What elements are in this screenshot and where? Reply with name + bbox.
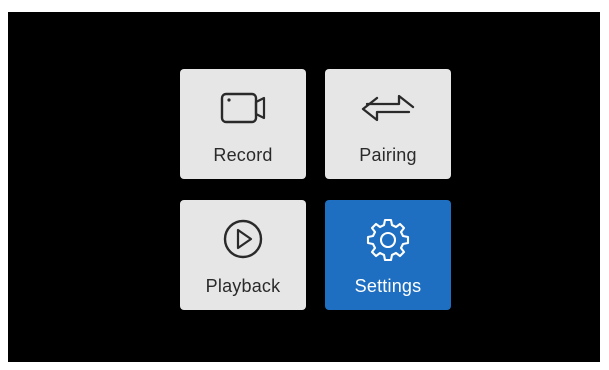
playback-button[interactable]: Playback: [180, 200, 306, 310]
playback-label: Playback: [205, 276, 281, 296]
swap-arrows-icon: [325, 83, 451, 133]
settings-button[interactable]: Settings: [325, 200, 451, 310]
record-label: Record: [213, 145, 273, 165]
main-menu-screen: Record Pairing Playback Settings: [8, 12, 600, 362]
pairing-label: Pairing: [359, 145, 417, 165]
record-button[interactable]: Record: [180, 69, 306, 179]
play-circle-icon: [180, 214, 306, 264]
gear-icon: [325, 214, 451, 264]
settings-label: Settings: [354, 276, 422, 296]
pairing-button[interactable]: Pairing: [325, 69, 451, 179]
camera-icon: [180, 83, 306, 133]
